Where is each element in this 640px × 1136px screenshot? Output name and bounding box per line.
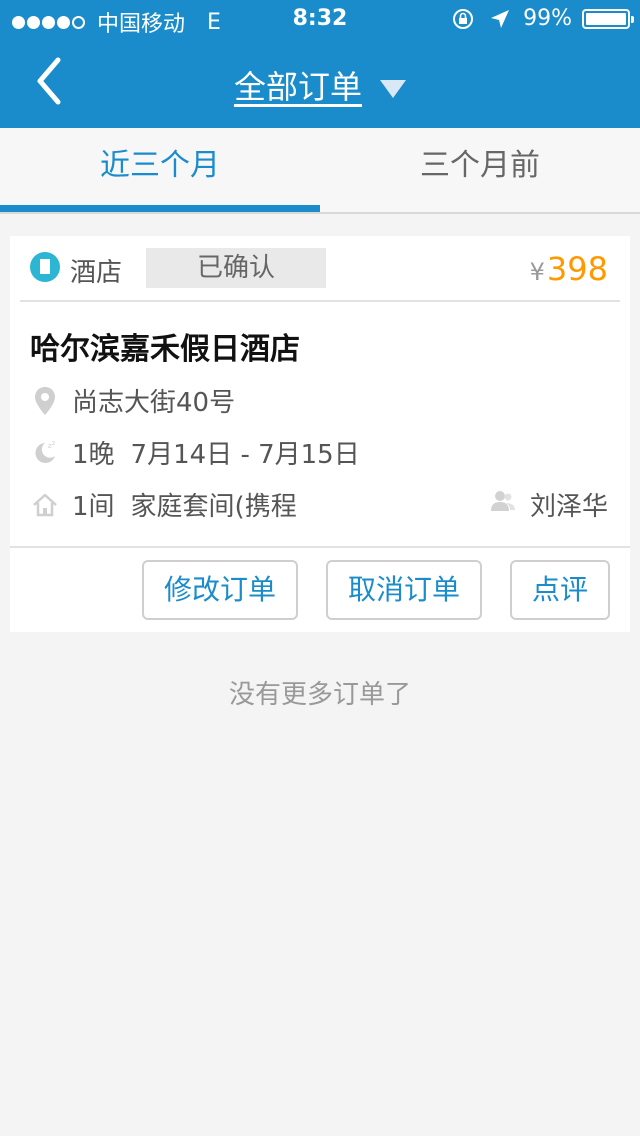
- review-button[interactable]: 点评: [510, 560, 610, 620]
- home-icon: [33, 493, 57, 516]
- modify-order-button[interactable]: 修改订单: [142, 560, 298, 620]
- cancel-order-button[interactable]: 取消订单: [326, 560, 482, 620]
- status-badge: 已确认: [146, 248, 326, 288]
- battery-icon: [582, 8, 634, 29]
- currency-symbol: ¥: [529, 258, 545, 286]
- nights-count: 1晚: [72, 440, 115, 470]
- location-arrow-icon: [491, 9, 510, 28]
- guest-name: 刘泽华: [529, 492, 608, 522]
- svg-text:z: z: [52, 440, 55, 447]
- order-card[interactable]: 酒店 已确认 ¥398 哈尔滨嘉禾假日酒店 尚志大街40号 z z 1晚 7月1…: [10, 236, 630, 632]
- header: 中国移动 E 8:32 99% 全部订单: [0, 0, 640, 128]
- price-value: 398: [546, 250, 608, 288]
- tab-recent-three-months[interactable]: 近三个月: [0, 128, 320, 212]
- person-icon: [490, 491, 515, 511]
- room-row: 1间 家庭套间(携程: [30, 486, 297, 523]
- divider: [20, 300, 620, 302]
- address-row: 尚志大街40号: [30, 382, 235, 419]
- guest-info: 刘泽华: [490, 486, 608, 523]
- moon-icon: z z: [35, 440, 55, 463]
- page-title: 全部订单: [233, 68, 362, 106]
- caret-down-icon: [380, 80, 406, 98]
- hotel-address: 尚志大街40号: [72, 388, 236, 418]
- hotel-name: 哈尔滨嘉禾假日酒店: [30, 332, 300, 367]
- hotel-icon: [30, 252, 60, 282]
- order-filter-dropdown[interactable]: 全部订单: [0, 62, 640, 108]
- room-count: 1间: [72, 492, 115, 522]
- order-price: ¥398: [530, 250, 608, 288]
- order-type: 酒店: [70, 258, 123, 288]
- tab-older-than-three-months[interactable]: 三个月前: [320, 128, 640, 212]
- status-bar: 中国移动 E 8:32 99%: [0, 0, 640, 40]
- divider: [10, 546, 630, 548]
- active-tab-indicator: [0, 205, 320, 212]
- stay-dates-row: z z 1晚 7月14日 - 7月15日: [30, 434, 360, 471]
- tab-bar: 近三个月 三个月前: [0, 128, 640, 214]
- battery-percent: 99%: [523, 6, 572, 31]
- location-pin-icon: [35, 386, 55, 415]
- rotation-lock-icon: [453, 8, 474, 29]
- no-more-orders-text: 没有更多订单了: [228, 680, 411, 710]
- order-card-header: 酒店 已确认 ¥398: [10, 236, 630, 300]
- room-type: 家庭套间(携程: [130, 492, 297, 522]
- stay-dates: 7月14日 - 7月15日: [130, 440, 360, 470]
